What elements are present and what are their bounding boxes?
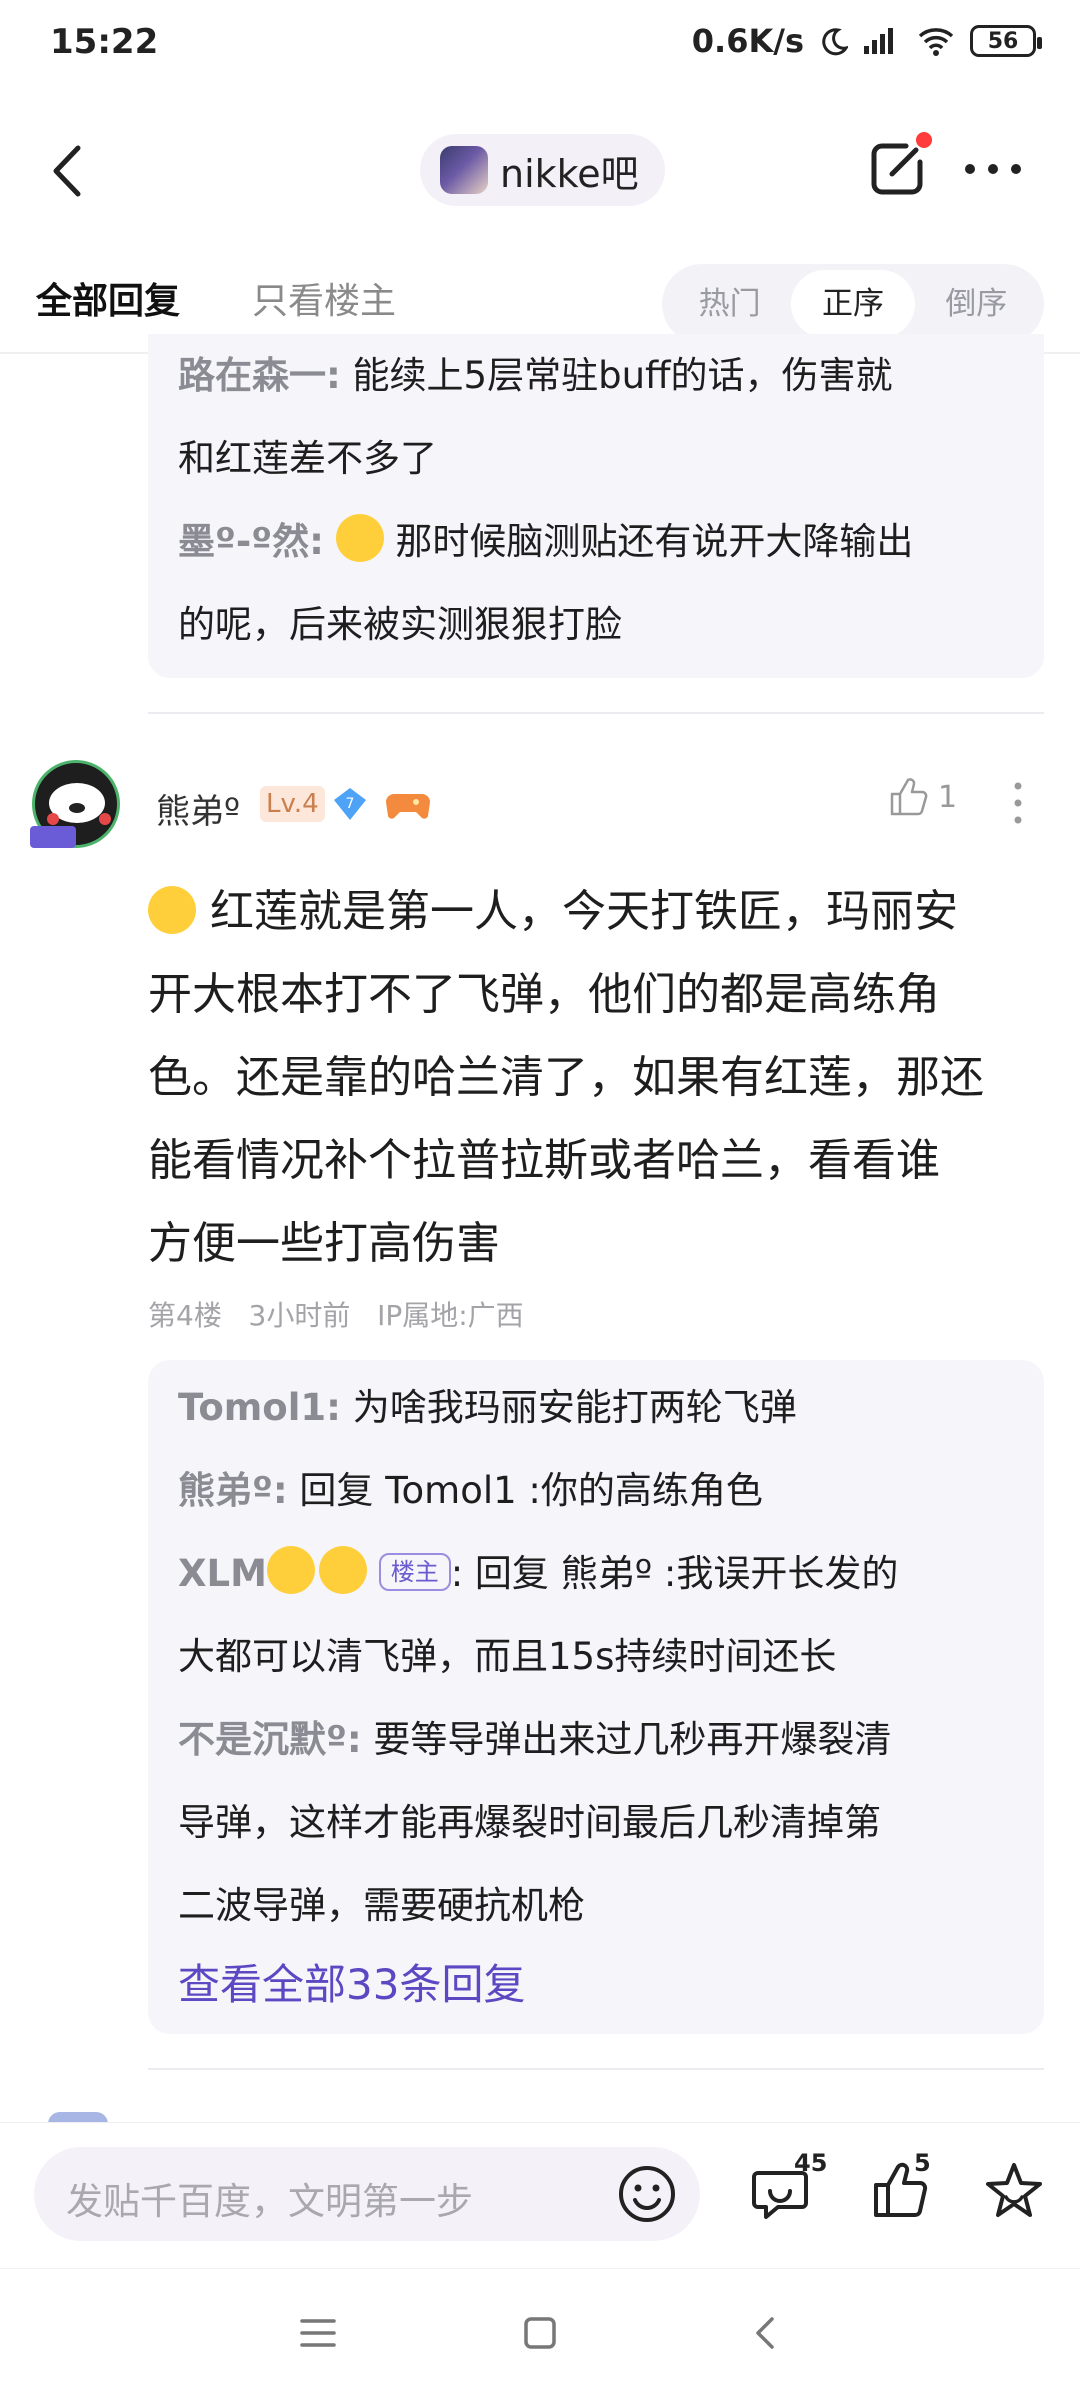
nav-back-icon[interactable] [744,2311,788,2355]
reply-preview-box[interactable]: 路在森一: 能续上5层常驻buff的话，伤害就 和红莲差不多了 墨º-º然: 那… [148,334,1044,678]
yum-emoji-icon [266,1546,315,1594]
owner-tag: 楼主 [378,1553,451,1591]
forum-chip[interactable]: nikke吧 [420,134,665,206]
like-post-button[interactable]: 5 [868,2149,932,2223]
reply-line: 和红莲差不多了 [178,417,1014,500]
avatar-cheek [47,813,59,825]
star-icon [986,2163,1042,2217]
battery-level: 56 [987,28,1019,54]
status-bar: 15:22 0.6K/s 56 [0,0,1080,90]
forum-name: nikke吧 [500,151,639,196]
status-time: 15:22 [50,22,159,62]
comment-button[interactable]: 45 [748,2149,827,2223]
top-bar: nikke吧 [0,118,1080,224]
post-time: 3小时前 [248,1299,351,1332]
moon-icon [822,28,848,56]
reply-text: : 回复 熊弟º :我误开长发的 [450,1552,899,1595]
battery-icon: 56 [970,25,1042,57]
comment-input[interactable]: 发贴千百度，文明第一步 [34,2147,700,2241]
reply-line: Tomol1: 为啥我玛丽安能打两轮飞弹 [178,1366,1014,1449]
reply-author[interactable]: 路在森一: [178,354,341,397]
level-badge: Lv.4 [260,786,325,822]
reply-line: 熊弟º: 回复 Tomol1 :你的高练角色 [178,1449,1014,1532]
reply-author[interactable]: 墨º-º然: [178,520,324,563]
comment-count: 45 [794,2149,828,2177]
input-placeholder: 发贴千百度，文明第一步 [66,2180,473,2223]
content-line: 色。还是靠的哈兰清了，如果有红莲，那还 [148,1052,984,1103]
unamused-emoji-icon [148,886,196,934]
reply-line: 导弹，这样才能再爆裂时间最后几秒清掉第 [178,1781,1014,1864]
reply-line: 路在森一: 能续上5层常驻buff的话，伤害就 [178,334,1014,417]
like-post-count: 5 [914,2149,931,2177]
sort-ascending[interactable]: 正序 [791,270,915,338]
status-right: 0.6K/s 56 [691,22,1042,60]
menu-icon[interactable] [296,2311,340,2355]
reply-line: 二波导弹，需要硬抗机枪 [178,1864,1014,1947]
content-text: 红莲就是第一人，今天打铁匠，玛丽安 [210,886,958,937]
bottom-action-bar: 发贴千百度，文明第一步 45 5 [0,2122,1080,2262]
reply-text: 回复 Tomol1 :你的高练角色 [287,1469,763,1512]
post-content: 红莲就是第一人，今天打铁匠，玛丽安 开大根本打不了飞弹，他们的都是高练角 色。还… [148,870,1028,1285]
reply-text: 为啥我玛丽安能打两轮飞弹 [340,1386,797,1429]
reply-author[interactable]: 熊弟º: [178,1469,288,1512]
tab-all-replies[interactable]: 全部回复 [36,272,180,324]
post-divider [148,712,1044,714]
reply-author[interactable]: 不是沉默º: [178,1718,362,1761]
floor-number: 第4楼 [148,1299,222,1332]
favorite-button[interactable] [982,2159,1046,2223]
smile-emoji-icon [335,514,384,562]
sort-descending[interactable]: 倒序 [915,270,1038,338]
content-line: 能看情况补个拉普拉斯或者哈兰，看看谁 [148,1135,940,1186]
reply-line: 墨º-º然: 那时候脑测贴还有说开大降输出 [178,500,1014,583]
avatar-badge [30,826,76,848]
reply-text: 二波导弹，需要硬抗机枪 [178,1884,585,1927]
vertical-dots-icon[interactable] [1008,778,1028,828]
forum-avatar [440,146,488,194]
sort-switch: 热门 正序 倒序 [662,264,1044,344]
content-line: 开大根本打不了飞弹，他们的都是高练角 [148,969,940,1020]
reply-line: 不是沉默º: 要等导弹出来过几秒再开爆裂清 [178,1698,1014,1781]
reply-text: 大都可以清飞弹，而且15s持续时间还长 [178,1635,837,1678]
home-icon[interactable] [518,2311,562,2355]
yum-emoji-icon [318,1546,367,1594]
like-button[interactable]: 1 [888,776,957,818]
view-all-replies-link[interactable]: 查看全部33条回复 [178,1947,1014,2023]
emoji-icon[interactable] [616,2163,678,2225]
content-line: 红莲就是第一人，今天打铁匠，玛丽安 [148,870,1028,953]
wifi-icon [918,28,954,56]
reply-author[interactable]: Tomol1: [178,1386,341,1429]
notification-dot [916,132,932,148]
back-arrow-icon[interactable] [44,142,94,200]
ip-location: IP属地:广西 [377,1299,524,1332]
reply-text: 导弹，这样才能再爆裂时间最后几秒清掉第 [178,1801,881,1844]
reply-author[interactable]: XLM [178,1552,267,1595]
more-icon[interactable] [958,144,1028,194]
system-nav-bar [0,2268,1080,2400]
reply-text: 要等导弹出来过几秒再开爆裂清 [361,1718,892,1761]
username[interactable]: 熊弟º [156,784,240,833]
post-meta: 第4楼 3小时前 IP属地:广西 [148,1294,524,1334]
edit-icon[interactable] [866,138,928,200]
reply-text: 和红莲差不多了 [178,437,437,480]
sub-reply-box[interactable]: Tomol1: 为啥我玛丽安能打两轮飞弹 熊弟º: 回复 Tomol1 :你的高… [148,1360,1044,2034]
reply-text: 那时候脑测贴还有说开大降输出 [383,520,914,563]
reply-text: 的呢，后来被实测狠狠打脸 [178,603,622,646]
network-speed: 0.6K/s [691,22,804,60]
tab-owner-only[interactable]: 只看楼主 [252,272,396,324]
diamond-level: 7 [346,796,355,812]
gamepad-badge-icon [386,794,430,819]
diamond-badge-icon: 7 [334,788,366,820]
avatar-nose [69,803,85,813]
sort-hot[interactable]: 热门 [668,270,791,338]
signal-icon [864,28,893,54]
content-line: 方便一些打高伤害 [148,1218,500,1269]
reply-line: XLM 楼主: 回复 熊弟º :我误开长发的 [178,1532,1014,1615]
post-divider [148,2068,1044,2070]
reply-line: 大都可以清飞弹，而且15s持续时间还长 [178,1615,1014,1698]
reply-text: 能续上5层常驻buff的话，伤害就 [340,354,893,397]
like-count: 1 [938,779,958,815]
avatar-cheek [99,813,111,825]
thumb-up-icon [890,778,928,816]
reply-line: 的呢，后来被实测狠狠打脸 [178,583,1014,666]
